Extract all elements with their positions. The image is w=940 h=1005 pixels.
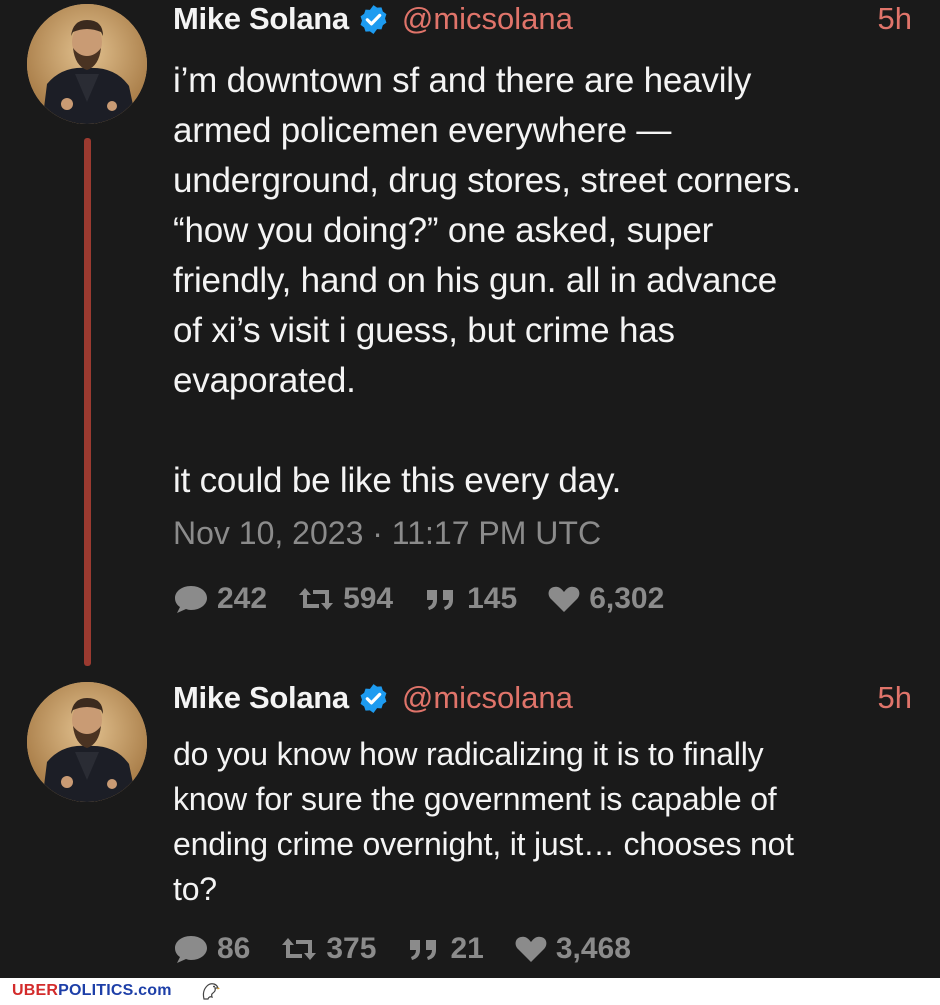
heart-icon: [515, 936, 547, 962]
reply-stat[interactable]: 86: [173, 932, 250, 966]
time-ago[interactable]: 5h: [878, 680, 912, 716]
heart-icon: [548, 586, 580, 612]
tweet-stats: 242 594 145 6,302: [173, 582, 694, 616]
display-name[interactable]: Mike Solana: [173, 1, 349, 37]
like-count: 6,302: [589, 582, 665, 615]
handle[interactable]: @micsolana: [402, 680, 573, 716]
like-count: 3,468: [555, 932, 631, 965]
reply-count: 242: [217, 582, 268, 615]
time-ago[interactable]: 5h: [878, 1, 912, 37]
portrait-image: [27, 682, 147, 802]
verified-badge-icon: [357, 682, 390, 715]
portrait-image: [27, 4, 147, 124]
verified-badge-icon: [357, 3, 390, 36]
retweet-icon: [299, 588, 334, 610]
retweet-count: 594: [343, 582, 394, 615]
display-name[interactable]: Mike Solana: [173, 680, 349, 716]
retweet-icon: [282, 938, 317, 960]
like-stat[interactable]: 6,302: [547, 582, 664, 616]
tweet-header: Mike Solana @micsolana 5h: [173, 676, 912, 720]
like-stat[interactable]: 3,468: [514, 932, 631, 966]
eagle-icon: [202, 983, 220, 1000]
tweet-timestamp[interactable]: Nov 10, 2023 · 11:17 PM UTC: [173, 515, 601, 552]
quote-stat[interactable]: 21: [406, 932, 484, 966]
logo-red-part: UBER: [12, 982, 59, 999]
retweet-count: 375: [326, 932, 377, 965]
quote-icon: [410, 940, 437, 960]
reply-count: 86: [217, 932, 251, 965]
retweet-stat[interactable]: 375: [280, 932, 376, 966]
tweet-text: i’m downtown sf and there are heavily ar…: [173, 61, 801, 500]
uberpolitics-logo[interactable]: UBERPOLITICS.com: [12, 982, 172, 1000]
reply-stat[interactable]: 242: [173, 582, 267, 616]
retweet-stat[interactable]: 594: [297, 582, 393, 616]
quote-stat[interactable]: 145: [423, 582, 517, 616]
portrait-avatar[interactable]: [27, 682, 147, 802]
tweet-stats: 86 375 21 3,468: [173, 932, 661, 966]
quote-count: 145: [467, 582, 518, 615]
tweet-text: do you know how radicalizing it is to fi…: [173, 736, 794, 907]
quote-icon: [427, 590, 454, 610]
reply-icon: [175, 586, 207, 613]
thread-line: [84, 138, 91, 666]
tweet-header: Mike Solana @micsolana 5h: [173, 0, 912, 41]
watermark-footer: UBERPOLITICS.com: [0, 978, 940, 1005]
handle[interactable]: @micsolana: [402, 1, 573, 37]
reply-icon: [175, 936, 207, 963]
portrait-avatar[interactable]: [27, 4, 147, 124]
logo-blue-part: POLITICS.com: [58, 982, 172, 999]
quote-count: 21: [450, 932, 484, 965]
